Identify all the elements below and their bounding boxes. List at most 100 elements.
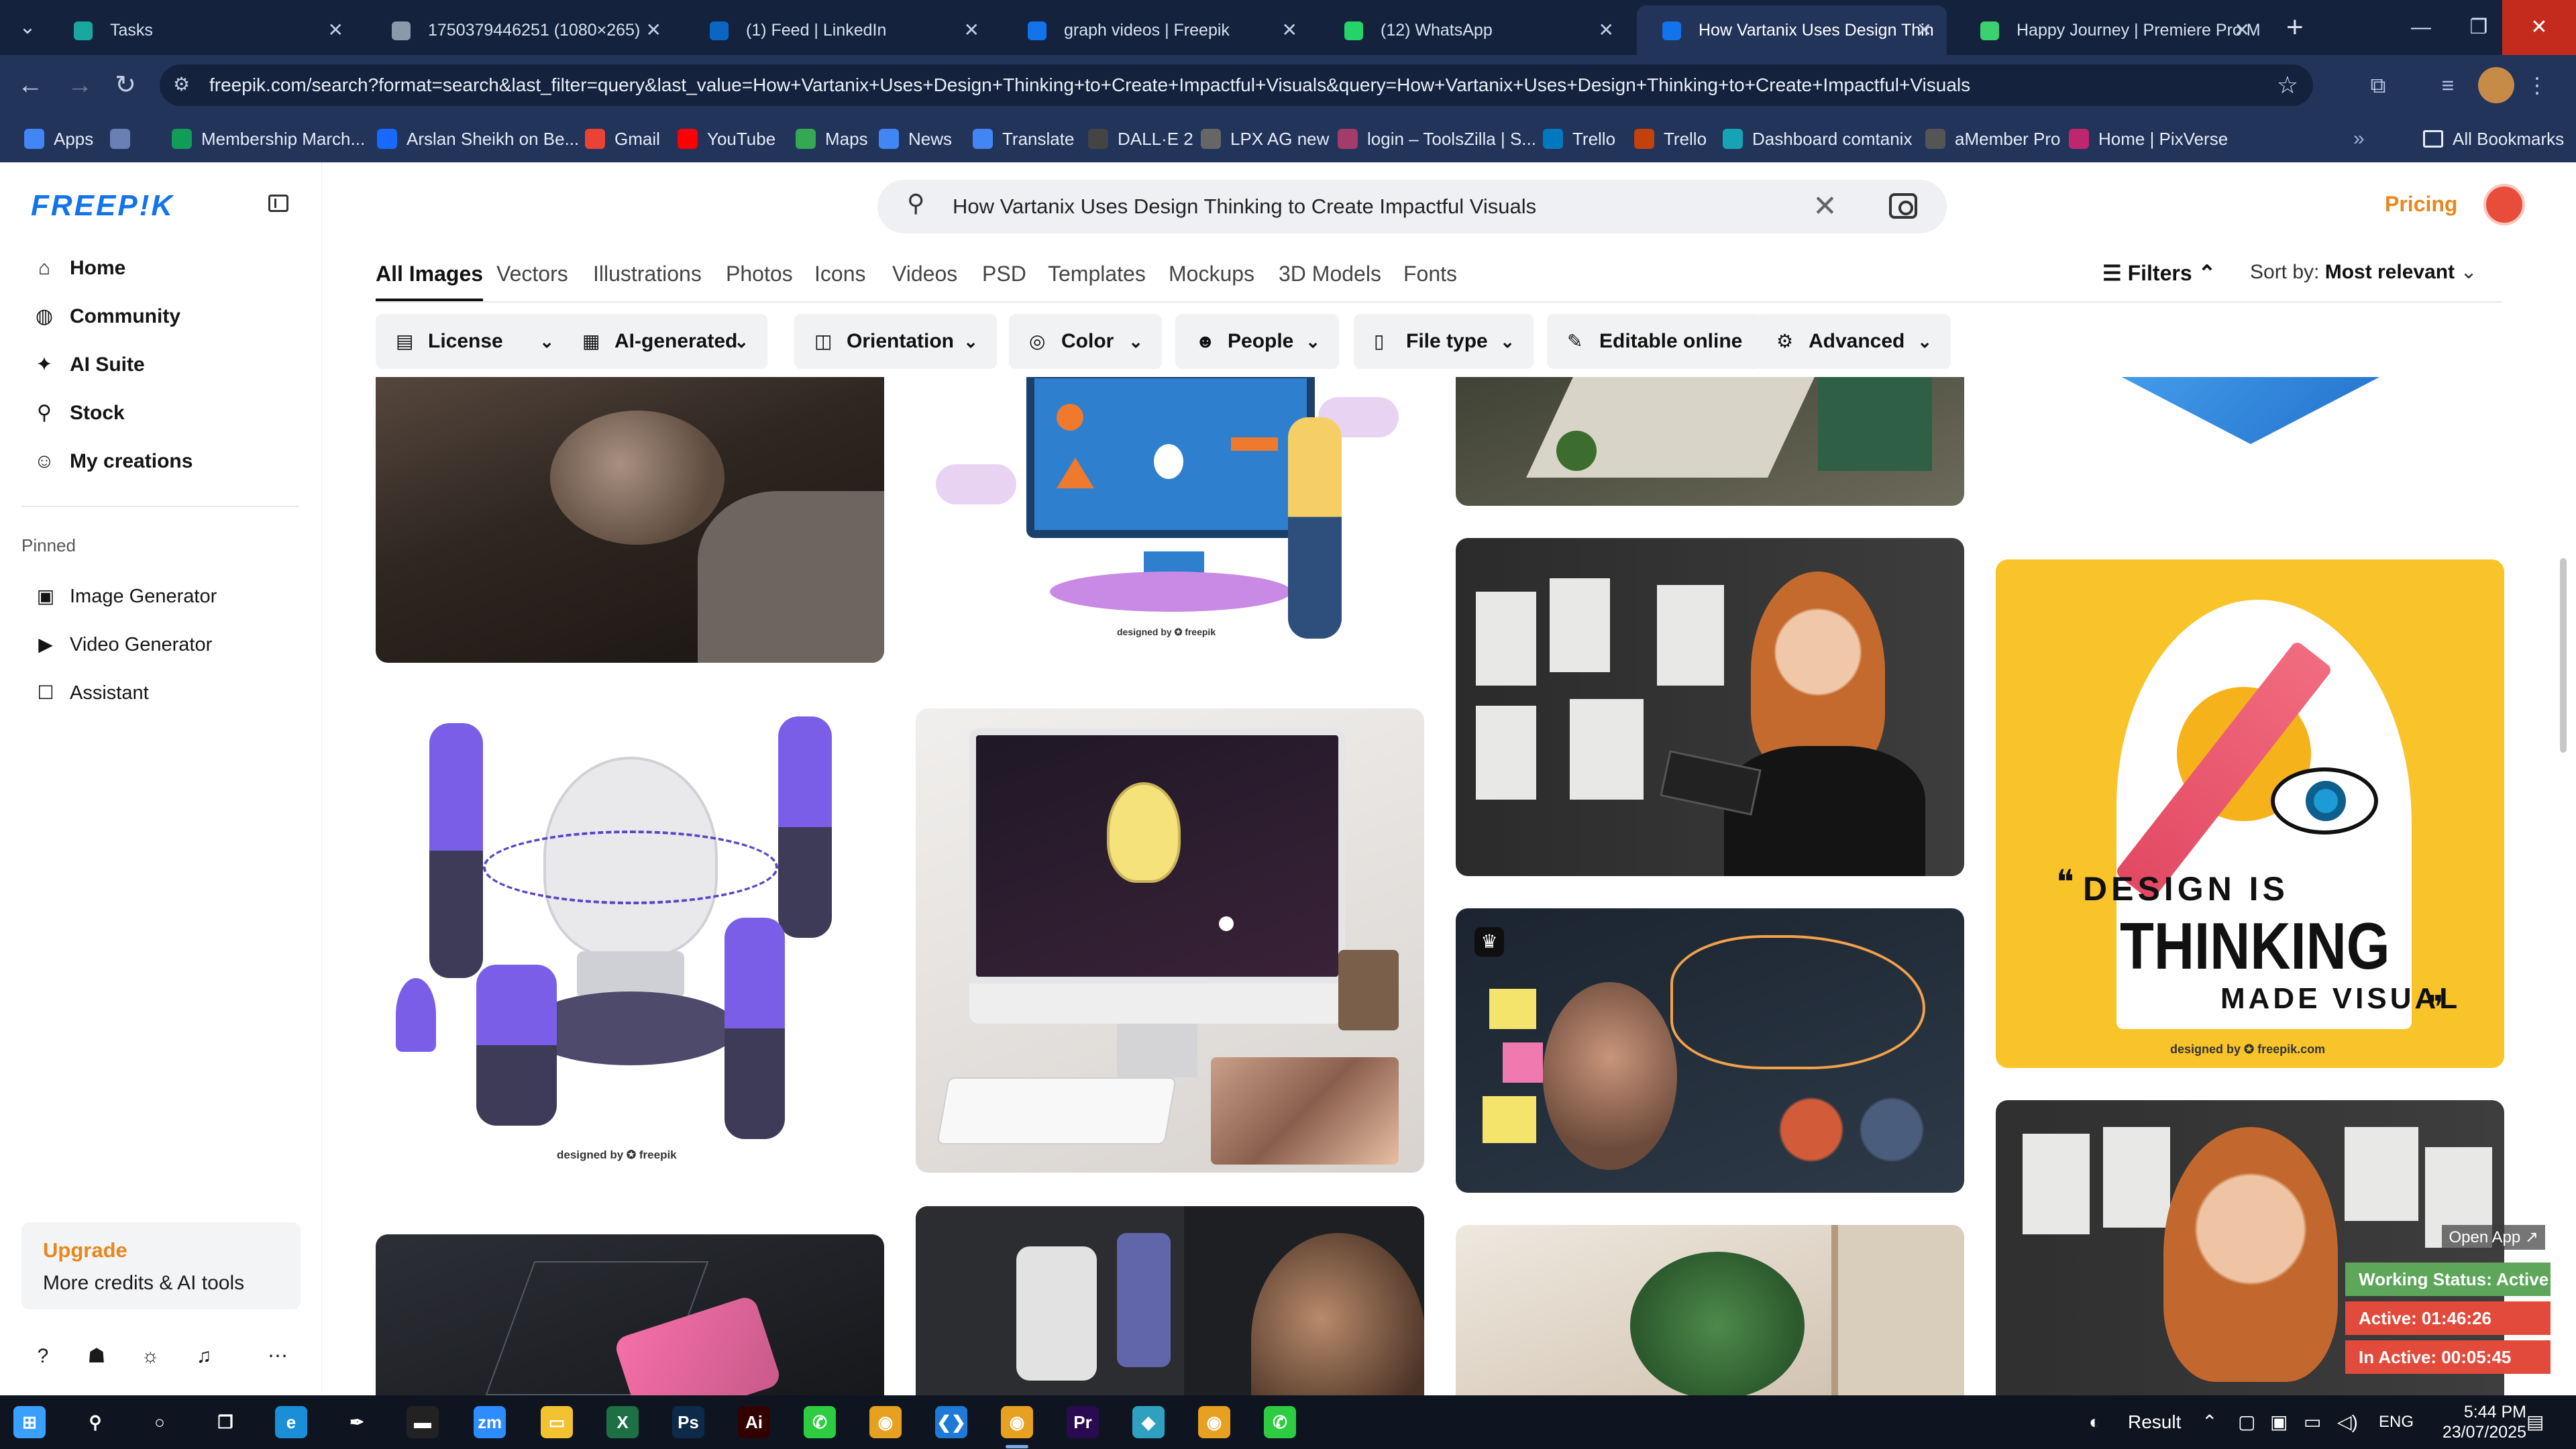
all-bookmarks-button[interactable]: All Bookmarks	[2423, 115, 2564, 162]
site-info-icon[interactable]: ⚙	[173, 73, 190, 95]
tab-illustrations[interactable]: Illustrations	[593, 255, 702, 302]
search-bar[interactable]: ⚲ How Vartanix Uses Design Thinking to C…	[877, 180, 1947, 233]
reload-icon[interactable]: ↻	[109, 68, 142, 102]
back-icon[interactable]: ←	[13, 68, 47, 102]
filter-ai-generated[interactable]: ▦ AI-generated ⌄	[562, 314, 767, 369]
sidebar-item-home[interactable]: ⌂ Home	[31, 250, 125, 287]
result-card-hands-photo[interactable]	[376, 377, 884, 663]
weather-icon[interactable]: ◐	[2089, 1395, 2100, 1449]
result-card-idea-3d-blue[interactable]	[1996, 377, 2504, 471]
taskbar-edge-icon[interactable]: e	[275, 1406, 307, 1438]
taskbar-premiere-icon[interactable]: Pr	[1067, 1406, 1099, 1438]
tab-close-icon[interactable]: ✕	[1282, 5, 1297, 55]
filter-file-type[interactable]: ▯ File type ⌄	[1354, 314, 1534, 369]
tab-close-icon[interactable]: ✕	[1599, 5, 1614, 55]
sidebar-item-my-creations[interactable]: ☺ My creations	[31, 443, 193, 480]
bookmark-star-icon[interactable]: ☆	[2277, 71, 2298, 99]
profile-avatar[interactable]	[2478, 67, 2514, 103]
result-card-hexagon-3d[interactable]	[376, 1234, 884, 1395]
forward-icon[interactable]: →	[63, 68, 97, 102]
taskbar-phone-app-icon[interactable]: ✆	[804, 1406, 836, 1438]
result-card-woman-wireframes[interactable]	[1456, 538, 1964, 876]
taskbar-app-diamond-icon[interactable]: ◆	[1132, 1406, 1165, 1438]
taskbar-zoom-icon[interactable]: zm	[474, 1406, 506, 1438]
page-scrollbar[interactable]	[2560, 558, 2567, 753]
bookmark-item[interactable]: aMember Pro	[1925, 115, 2061, 162]
bookmark-item[interactable]: Arslan Sheikh on Be...	[377, 115, 579, 162]
tab-psd[interactable]: PSD	[982, 255, 1026, 302]
result-card-lightbulb-illustration[interactable]: designed by ✪ freepik	[376, 696, 884, 1178]
bookmark-item[interactable]: LPX AG new	[1201, 115, 1329, 162]
bookmark-item[interactable]: Trello	[1543, 115, 1615, 162]
collapse-sidebar-icon[interactable]	[268, 195, 288, 212]
bookmark-item[interactable]: News	[879, 115, 952, 162]
filter-orientation[interactable]: ◫ Orientation ⌄	[794, 314, 997, 369]
browser-tab[interactable]: How Vartanix Uses Design Thin ✕	[1637, 5, 1947, 55]
close-window-button[interactable]: ✕	[2502, 0, 2576, 55]
tray-chevron-up-icon[interactable]: ⌃	[2202, 1395, 2217, 1449]
notification-center-icon[interactable]: ▤	[2526, 1395, 2544, 1449]
pricing-link[interactable]: Pricing	[2385, 192, 2457, 217]
upgrade-box[interactable]: Upgrade More credits & AI tools	[21, 1222, 301, 1309]
bookmark-item[interactable]: Membership March...	[172, 115, 365, 162]
taskbar-pen-tool-icon[interactable]: ✒	[341, 1406, 373, 1438]
discord-icon[interactable]: ☗	[83, 1343, 110, 1370]
taskbar-phone-app-2-icon[interactable]: ✆	[1264, 1406, 1296, 1438]
tab-close-icon[interactable]: ✕	[1917, 5, 1932, 55]
bookmark-item[interactable]: YouTube	[678, 115, 775, 162]
clock[interactable]: 5:44 PM 23/07/2025	[2428, 1402, 2526, 1442]
taskbar-chrome-active-icon[interactable]: ◉	[1001, 1406, 1033, 1438]
browser-tab[interactable]: graph videos | Freepik ✕	[1002, 5, 1312, 55]
bookmark-item[interactable]: login – ToolsZilla | S...	[1338, 115, 1536, 162]
result-card-design-thinking-poster[interactable]: ❝ DESIGN IS THINKING MADE VISUAL ❞ desig…	[1996, 559, 2504, 1068]
url-text[interactable]: freepik.com/search?format=search&last_fi…	[209, 64, 2255, 106]
theme-sun-icon[interactable]: ☼	[137, 1343, 164, 1370]
tab-photos[interactable]: Photos	[726, 255, 793, 302]
filter-people[interactable]: ☻ People ⌄	[1175, 314, 1339, 369]
network-icon[interactable]: ▭	[2304, 1395, 2321, 1449]
tab-close-icon[interactable]: ✕	[328, 5, 343, 55]
help-icon[interactable]: ?	[30, 1343, 56, 1370]
filter-editable-online[interactable]: ✎ Editable online	[1547, 314, 1763, 369]
pinned-item-image-generator[interactable]: ▣ Image Generator	[34, 578, 217, 614]
taskbar-terminal-icon[interactable]: ▬	[407, 1406, 439, 1438]
sort-dropdown[interactable]: Sort by: Most relevant ⌄	[2250, 260, 2477, 284]
browser-menu-icon[interactable]: ⋮	[2526, 67, 2548, 103]
filter-color[interactable]: ◎ Color ⌄	[1009, 314, 1162, 369]
volume-icon[interactable]: ◁)	[2337, 1395, 2358, 1449]
result-card-3d-drill-photo[interactable]	[916, 1206, 1424, 1395]
tab-search-chevron-icon[interactable]: ⌄	[12, 12, 43, 43]
sidebar-item-stock[interactable]: ⚲ Stock	[31, 394, 125, 432]
pinned-item-video-generator[interactable]: ▶ Video Generator	[34, 627, 212, 663]
tab-close-icon[interactable]: ✕	[964, 5, 979, 55]
user-avatar[interactable]	[2483, 184, 2525, 225]
filter-license[interactable]: ▤ License ⌄	[376, 314, 573, 369]
tab-vectors[interactable]: Vectors	[496, 255, 568, 302]
tab-fonts[interactable]: Fonts	[1403, 255, 1457, 302]
upgrade-title[interactable]: Upgrade	[43, 1238, 127, 1263]
url-omnibox[interactable]: ⚙ freepik.com/search?format=search&last_…	[160, 64, 2313, 106]
taskbar-vscode-icon[interactable]: ❮❯	[935, 1406, 967, 1438]
freepik-logo[interactable]: FREEP!K	[31, 189, 174, 223]
taskbar-start-icon[interactable]: ⊞	[13, 1406, 46, 1438]
new-tab-button[interactable]: +	[2286, 7, 2304, 48]
bookmark-item[interactable]: DALL·E 2	[1088, 115, 1193, 162]
taskbar-illustrator-icon[interactable]: Ai	[738, 1406, 770, 1438]
sidebar-item-community[interactable]: ◍ Community	[31, 298, 180, 335]
taskbar-task-view-icon[interactable]: ❐	[209, 1406, 241, 1438]
search-input[interactable]: How Vartanix Uses Design Thinking to Cre…	[953, 180, 1536, 233]
tab-mockups[interactable]: Mockups	[1169, 255, 1254, 302]
filters-toggle[interactable]: ☰ Filters ⌃	[2102, 260, 2216, 286]
sidebar-item-ai-suite[interactable]: ✦ AI Suite	[31, 346, 144, 384]
result-card-team-sticky-notes[interactable]	[1456, 377, 1964, 506]
media-control-icon[interactable]: ≡	[2430, 67, 2466, 103]
camera-search-icon[interactable]	[1889, 193, 1917, 219]
bookmark-item[interactable]: Translate	[973, 115, 1074, 162]
taskbar-chrome-2-icon[interactable]: ◉	[1198, 1406, 1230, 1438]
language-indicator[interactable]: ENG	[2379, 1395, 2414, 1449]
taskbar-photoshop-icon[interactable]: Ps	[672, 1406, 704, 1438]
bookmark-item[interactable]: Home | PixVerse	[2069, 115, 2228, 162]
tab-all-images[interactable]: All Images	[376, 255, 484, 302]
browser-tab[interactable]: Happy Journey | Premiere Pro M ✕	[1955, 5, 2265, 55]
browser-tab[interactable]: Tasks ✕	[48, 5, 358, 55]
